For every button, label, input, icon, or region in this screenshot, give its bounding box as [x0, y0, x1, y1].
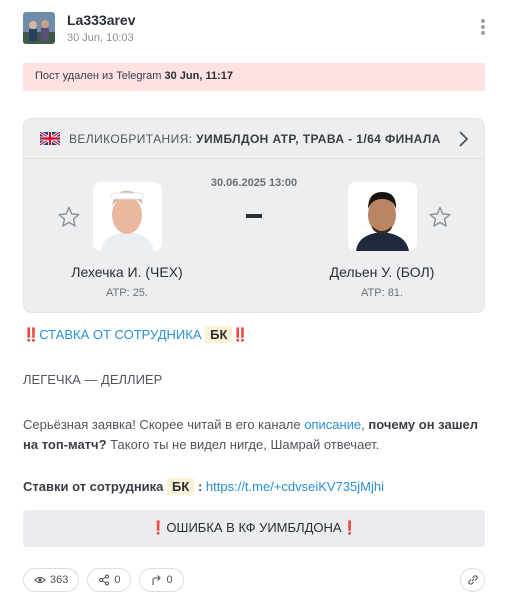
share-icon: [99, 574, 110, 586]
score-separator: [246, 214, 262, 218]
post-date: 30 Jun, 10:03: [67, 32, 134, 44]
country-name: ВЕЛИКОБРИТАНИЯ:: [69, 132, 193, 146]
favorite-star-icon[interactable]: [428, 205, 452, 229]
error-odds-button[interactable]: ❗ОШИБКА В КФ УИМБЛДОНА❗: [23, 510, 485, 547]
description-tail: Такого ты не видел нигде, Шамрай отвечае…: [110, 437, 380, 452]
tournament-name: УИМБЛДОН ATP, ТРАВА - 1/64 ФИНАЛА: [196, 132, 441, 146]
views-count: 363: [50, 574, 69, 586]
bk-badge: БК: [205, 326, 233, 343]
exclamation-icon: ‼️: [232, 327, 249, 342]
more-menu-icon[interactable]: [477, 18, 489, 38]
player1-rank: ATP: 25.: [106, 287, 148, 299]
shares-pill[interactable]: 0: [87, 568, 132, 592]
post-stats: 363 0 0: [23, 568, 184, 592]
player1-name[interactable]: Лехечка И. (ЧЕХ): [37, 264, 217, 280]
link-icon: [467, 575, 478, 585]
forwards-pill[interactable]: 0: [139, 568, 184, 592]
copy-link-button[interactable]: [460, 568, 485, 592]
author-name[interactable]: La333arev: [67, 12, 136, 28]
description-link[interactable]: описание: [304, 417, 361, 432]
avatar[interactable]: [23, 12, 55, 44]
post-header: La333arev 30 Jun, 10:03: [23, 12, 489, 46]
eye-icon: [34, 577, 46, 583]
deleted-notice-text: Пост удален из Telegram: [35, 70, 162, 82]
exclamation-icon: ‼️: [23, 327, 40, 342]
views-pill[interactable]: 363: [23, 568, 80, 592]
forwards-count: 0: [166, 574, 173, 586]
forward-icon: [152, 575, 162, 585]
player2-photo[interactable]: [348, 182, 417, 251]
description-text: Серьёзная заявка! Скорее читай в его кан…: [23, 417, 301, 432]
favorite-star-icon[interactable]: [57, 205, 81, 229]
post-heading: ‼️СТАВКА ОТ СОТРУДНИКА БК ‼️: [23, 326, 249, 343]
player2-rank: ATP: 81.: [361, 287, 403, 299]
shares-count: 0: [114, 574, 121, 586]
deleted-notice: Пост удален из Telegram 30 Jun, 11:17: [23, 63, 485, 91]
deleted-notice-date: 30 Jun, 11:17: [164, 70, 234, 82]
bets-url-link[interactable]: https://t.me/+cdvseiKV735jMjhi: [206, 479, 384, 494]
uk-flag-icon: [40, 132, 60, 145]
match-card[interactable]: ВЕЛИКОБРИТАНИЯ: УИМБЛДОН ATP, ТРАВА - 1/…: [23, 118, 485, 313]
matchup-text: ЛЕГЕЧКА — ДЕЛЛИЕР: [23, 372, 163, 387]
tournament-label: ВЕЛИКОБРИТАНИЯ: УИМБЛДОН ATP, ТРАВА - 1/…: [69, 132, 441, 146]
bets-label: Ставки от сотрудника: [23, 479, 164, 494]
bets-line: Ставки от сотрудника БК : https://t.me/+…: [23, 478, 384, 495]
match-header[interactable]: ВЕЛИКОБРИТАНИЯ: УИМБЛДОН ATP, ТРАВА - 1/…: [24, 119, 484, 159]
chevron-right-icon[interactable]: [456, 130, 470, 148]
description-paragraph: Серьёзная заявка! Скорее читай в его кан…: [23, 417, 479, 452]
player2-name[interactable]: Дельен У. (БОЛ): [292, 264, 472, 280]
player1-photo[interactable]: [93, 182, 162, 251]
bets-colon: :: [197, 479, 203, 494]
staff-bet-link[interactable]: СТАВКА ОТ СОТРУДНИКА: [39, 327, 201, 342]
bk-badge: БК: [167, 478, 195, 495]
